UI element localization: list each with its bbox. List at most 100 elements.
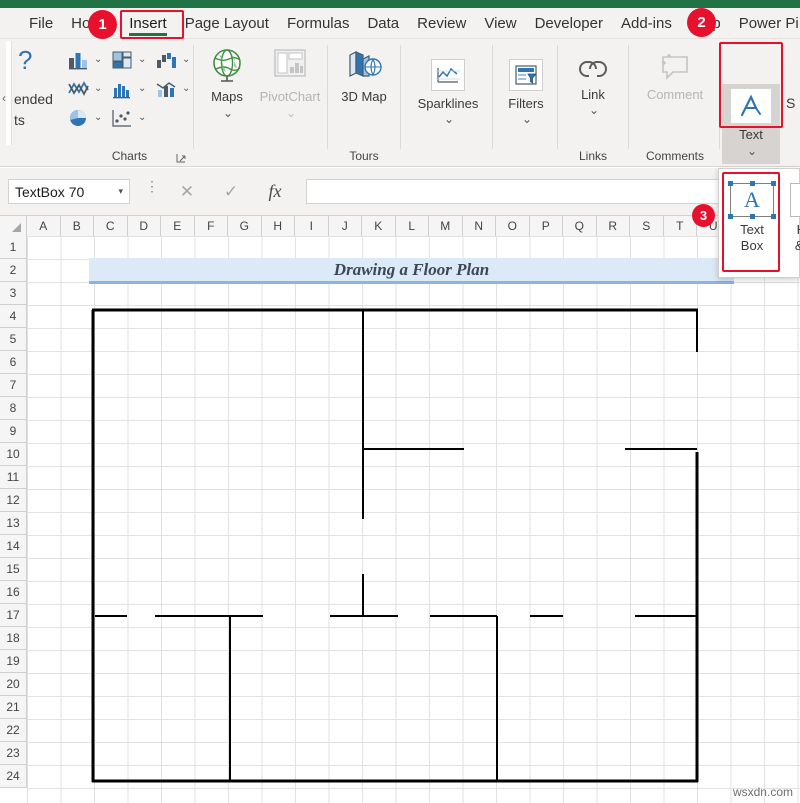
row-header-1[interactable]: 1	[0, 236, 27, 259]
row-header-22[interactable]: 22	[0, 719, 27, 742]
row-header-3[interactable]: 3	[0, 282, 27, 305]
link-button[interactable]: Link ⌄	[560, 39, 626, 135]
column-header-J[interactable]: J	[329, 216, 363, 236]
column-header-D[interactable]: D	[128, 216, 162, 236]
row-header-8[interactable]: 8	[0, 397, 27, 420]
column-header-L[interactable]: L	[396, 216, 430, 236]
sparklines-button[interactable]: Sparklines ⌄	[404, 51, 492, 126]
column-header-N[interactable]: N	[463, 216, 497, 236]
chevron-down-icon[interactable]: ⌄	[223, 106, 233, 120]
name-box[interactable]: TextBox 70 ▾	[8, 179, 130, 204]
3d-map-icon	[344, 45, 384, 85]
row-header-24[interactable]: 24	[0, 765, 27, 788]
3d-map-button[interactable]: 3D Map	[329, 39, 399, 135]
collapse-icon[interactable]: ‹	[2, 91, 6, 105]
ribbon-tab-formulas[interactable]: Formulas	[278, 8, 359, 39]
column-header-C[interactable]: C	[94, 216, 128, 236]
chevron-down-icon[interactable]: ⌄	[138, 112, 146, 123]
column-header-I[interactable]: I	[295, 216, 329, 236]
column-header-H[interactable]: H	[262, 216, 296, 236]
scatter-chart-icon[interactable]: ⌄	[110, 107, 154, 129]
row-header-20[interactable]: 20	[0, 673, 27, 696]
column-headers: ABCDEFGHIJKLMNOPQRSTU	[0, 216, 800, 236]
row-header-12[interactable]: 12	[0, 489, 27, 512]
maps-label: Maps	[211, 89, 243, 104]
ribbon-tab-data[interactable]: Data	[358, 8, 408, 39]
chevron-down-icon[interactable]: ⌄	[94, 112, 102, 123]
chevron-down-icon[interactable]: ⌄	[522, 112, 532, 126]
textbox-icon: A	[730, 183, 774, 217]
cell-area[interactable]	[27, 236, 800, 803]
ribbon-tab-page-layout[interactable]: Page Layout	[176, 8, 278, 39]
row-headers: 123456789101112131415161718192021222324	[0, 236, 27, 788]
chevron-down-icon[interactable]: ⌄	[94, 54, 102, 65]
row-header-17[interactable]: 17	[0, 604, 27, 627]
row-header-13[interactable]: 13	[0, 512, 27, 535]
ribbon-tab-insert[interactable]: Insert	[120, 8, 176, 39]
help-icon[interactable]: ?	[18, 45, 32, 76]
filters-button[interactable]: Filters ⌄	[495, 51, 557, 126]
ribbon-tab-developer[interactable]: Developer	[526, 8, 612, 39]
column-header-G[interactable]: G	[228, 216, 262, 236]
maps-button[interactable]: Maps ⌄	[192, 39, 262, 135]
column-header-O[interactable]: O	[496, 216, 530, 236]
confirm-icon[interactable]: ✓	[209, 182, 253, 202]
chevron-down-icon[interactable]: ⌄	[182, 54, 190, 65]
row-header-2[interactable]: 2	[0, 259, 27, 282]
cancel-icon[interactable]: ✕	[165, 182, 209, 202]
row-header-6[interactable]: 6	[0, 351, 27, 374]
column-header-K[interactable]: K	[362, 216, 396, 236]
select-all-corner[interactable]	[0, 216, 27, 236]
statistic-chart-icon[interactable]: ⌄	[110, 78, 154, 100]
chevron-down-icon[interactable]: ⌄	[747, 144, 757, 158]
hierarchy-chart-icon[interactable]: ⌄	[110, 49, 154, 71]
formula-bar-drag-handle[interactable]: ⋮	[145, 182, 159, 190]
row-header-10[interactable]: 10	[0, 443, 27, 466]
ribbon-tab-file[interactable]: File	[20, 8, 62, 39]
column-header-A[interactable]: A	[27, 216, 61, 236]
chevron-down-icon[interactable]: ⌄	[182, 83, 190, 94]
row-header-23[interactable]: 23	[0, 742, 27, 765]
row-header-14[interactable]: 14	[0, 535, 27, 558]
row-header-21[interactable]: 21	[0, 696, 27, 719]
recommended-charts-line2: ts	[14, 112, 25, 128]
insert-function-icon[interactable]: fx	[253, 181, 297, 202]
chevron-down-icon[interactable]: ▾	[118, 186, 123, 197]
row-header-16[interactable]: 16	[0, 581, 27, 604]
ribbon-tab-power-pi[interactable]: Power Pi	[730, 8, 800, 39]
ribbon-tab-review[interactable]: Review	[408, 8, 475, 39]
row-header-4[interactable]: 4	[0, 305, 27, 328]
row-header-5[interactable]: 5	[0, 328, 27, 351]
column-header-B[interactable]: B	[61, 216, 95, 236]
header-footer-flyout-item[interactable]: He & F	[785, 175, 800, 271]
chevron-down-icon[interactable]: ⌄	[444, 112, 454, 126]
chevron-down-icon[interactable]: ⌄	[138, 54, 146, 65]
row-header-18[interactable]: 18	[0, 627, 27, 650]
pie-chart-icon[interactable]: ⌄	[66, 107, 110, 129]
row-header-15[interactable]: 15	[0, 558, 27, 581]
wordart-icon	[731, 89, 771, 123]
column-chart-icon[interactable]: ⌄	[66, 49, 110, 71]
column-header-M[interactable]: M	[429, 216, 463, 236]
row-header-11[interactable]: 11	[0, 466, 27, 489]
ribbon-tab-add-ins[interactable]: Add-ins	[612, 8, 681, 39]
row-header-7[interactable]: 7	[0, 374, 27, 397]
chevron-down-icon[interactable]: ⌄	[138, 83, 146, 94]
column-header-F[interactable]: F	[195, 216, 229, 236]
ribbon-tab-view[interactable]: View	[475, 8, 525, 39]
charts-dialog-launcher-icon[interactable]	[176, 151, 187, 162]
text-group-button[interactable]: Text ⌄	[722, 84, 780, 164]
text-box-flyout-item[interactable]: A Text Box	[724, 175, 780, 271]
chevron-down-icon[interactable]: ⌄	[94, 83, 102, 94]
row-header-19[interactable]: 19	[0, 650, 27, 673]
line-chart-icon[interactable]: ⌄	[66, 78, 110, 100]
chevron-down-icon[interactable]: ⌄	[589, 103, 599, 117]
column-header-P[interactable]: P	[530, 216, 564, 236]
column-header-E[interactable]: E	[161, 216, 195, 236]
column-header-S[interactable]: S	[630, 216, 664, 236]
links-group-label: Links	[560, 149, 626, 163]
column-header-Q[interactable]: Q	[563, 216, 597, 236]
column-header-R[interactable]: R	[597, 216, 631, 236]
row-header-9[interactable]: 9	[0, 420, 27, 443]
maps-group[interactable]: Maps ⌄	[196, 39, 258, 167]
